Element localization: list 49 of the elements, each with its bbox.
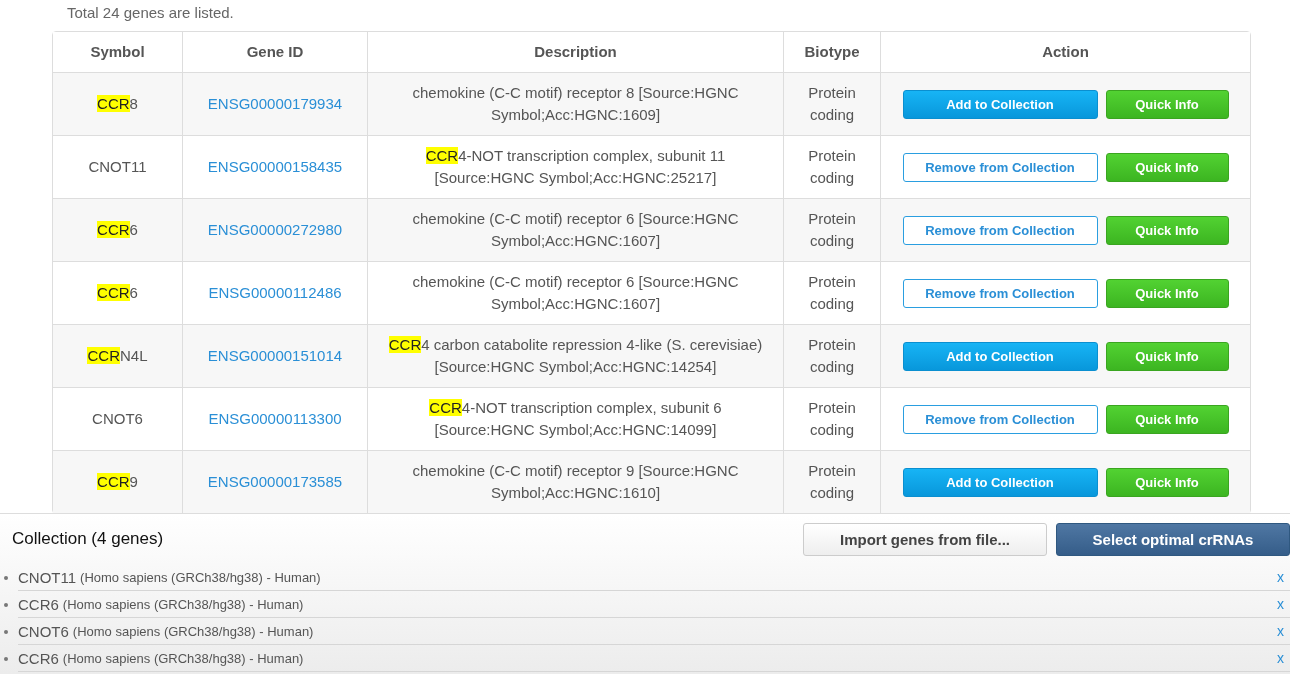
collection-gene-symbol: CNOT6 — [18, 622, 69, 640]
collection-gene-symbol: CCR6 — [18, 595, 59, 613]
collection-gene-symbol: CCR6 — [18, 649, 59, 667]
gene-id-link[interactable]: ENSG00000113300 — [208, 410, 342, 427]
gene-id-link[interactable]: ENSG00000158435 — [207, 158, 343, 175]
remove-link[interactable]: x — [1277, 569, 1284, 585]
collection-gene-organism: (Homo sapiens (GRCh38/hg38) - Human) — [72, 623, 315, 639]
gene-id-link[interactable]: ENSG00000112486 — [208, 284, 342, 301]
remove-link[interactable]: x — [1277, 623, 1284, 639]
symbol-cell-text: CCR6 — [96, 220, 139, 240]
column-header: Symbol — [89, 42, 146, 62]
gene-id-link[interactable]: ENSG00000173585 — [207, 473, 343, 490]
collection-gene-organism: (Homo sapiens (GRCh38/hg38) - Human) — [62, 650, 305, 666]
quick-info-button[interactable]: Quick Info — [1105, 152, 1229, 182]
select-crrnas-button[interactable]: Select optimal crRNAs — [1056, 522, 1290, 556]
quick-info-button[interactable]: Quick Info — [1105, 215, 1229, 245]
quick-info-button[interactable]: Quick Info — [1105, 89, 1229, 119]
remove-link[interactable]: x — [1277, 596, 1284, 612]
bullet-icon — [4, 575, 8, 580]
symbol-cell-text: CNOT11 — [87, 157, 148, 177]
symbol-cell-text: CCRN4L — [86, 346, 149, 366]
symbol-cell-text: CCR6 — [96, 283, 139, 303]
import-genes-button[interactable]: Import genes from file... — [803, 522, 1047, 556]
collection-gene-symbol: CNOT11 — [18, 568, 77, 586]
collection-title: Collection (4 genes) — [11, 529, 165, 549]
add-to-collection-button[interactable]: Add to Collection — [902, 89, 1098, 119]
bullet-icon — [4, 629, 8, 634]
gene-id-link[interactable]: ENSG00000151014 — [207, 347, 343, 364]
symbol-cell-text: CNOT6 — [91, 409, 144, 429]
quick-info-button[interactable]: Quick Info — [1105, 467, 1229, 497]
bullet-icon — [4, 656, 8, 661]
symbol-cell-text: CCR9 — [96, 472, 139, 492]
gene-id-link[interactable]: ENSG00000272980 — [207, 221, 343, 238]
collection-gene-organism: (Homo sapiens (GRCh38/hg38) - Human) — [80, 569, 322, 585]
remove-from-collection-button[interactable]: Remove from Collection — [902, 152, 1098, 182]
quick-info-button[interactable]: Quick Info — [1105, 404, 1229, 434]
quick-info-button[interactable]: Quick Info — [1105, 278, 1229, 308]
remove-link[interactable]: x — [1277, 650, 1284, 666]
remove-from-collection-button[interactable]: Remove from Collection — [902, 404, 1098, 434]
add-to-collection-button[interactable]: Add to Collection — [902, 467, 1098, 497]
remove-from-collection-button[interactable]: Remove from Collection — [902, 215, 1098, 245]
bullet-icon — [4, 602, 8, 607]
collection-gene-organism: (Homo sapiens (GRCh38/hg38) - Human) — [62, 596, 305, 612]
add-to-collection-button[interactable]: Add to Collection — [902, 341, 1098, 371]
quick-info-button[interactable]: Quick Info — [1105, 341, 1229, 371]
gene-id-link[interactable]: ENSG00000179934 — [207, 95, 343, 112]
remove-from-collection-button[interactable]: Remove from Collection — [902, 278, 1098, 308]
symbol-cell-text: CCR8 — [96, 94, 139, 114]
genes-count-text: Total 24 genes are listed. — [66, 3, 235, 23]
